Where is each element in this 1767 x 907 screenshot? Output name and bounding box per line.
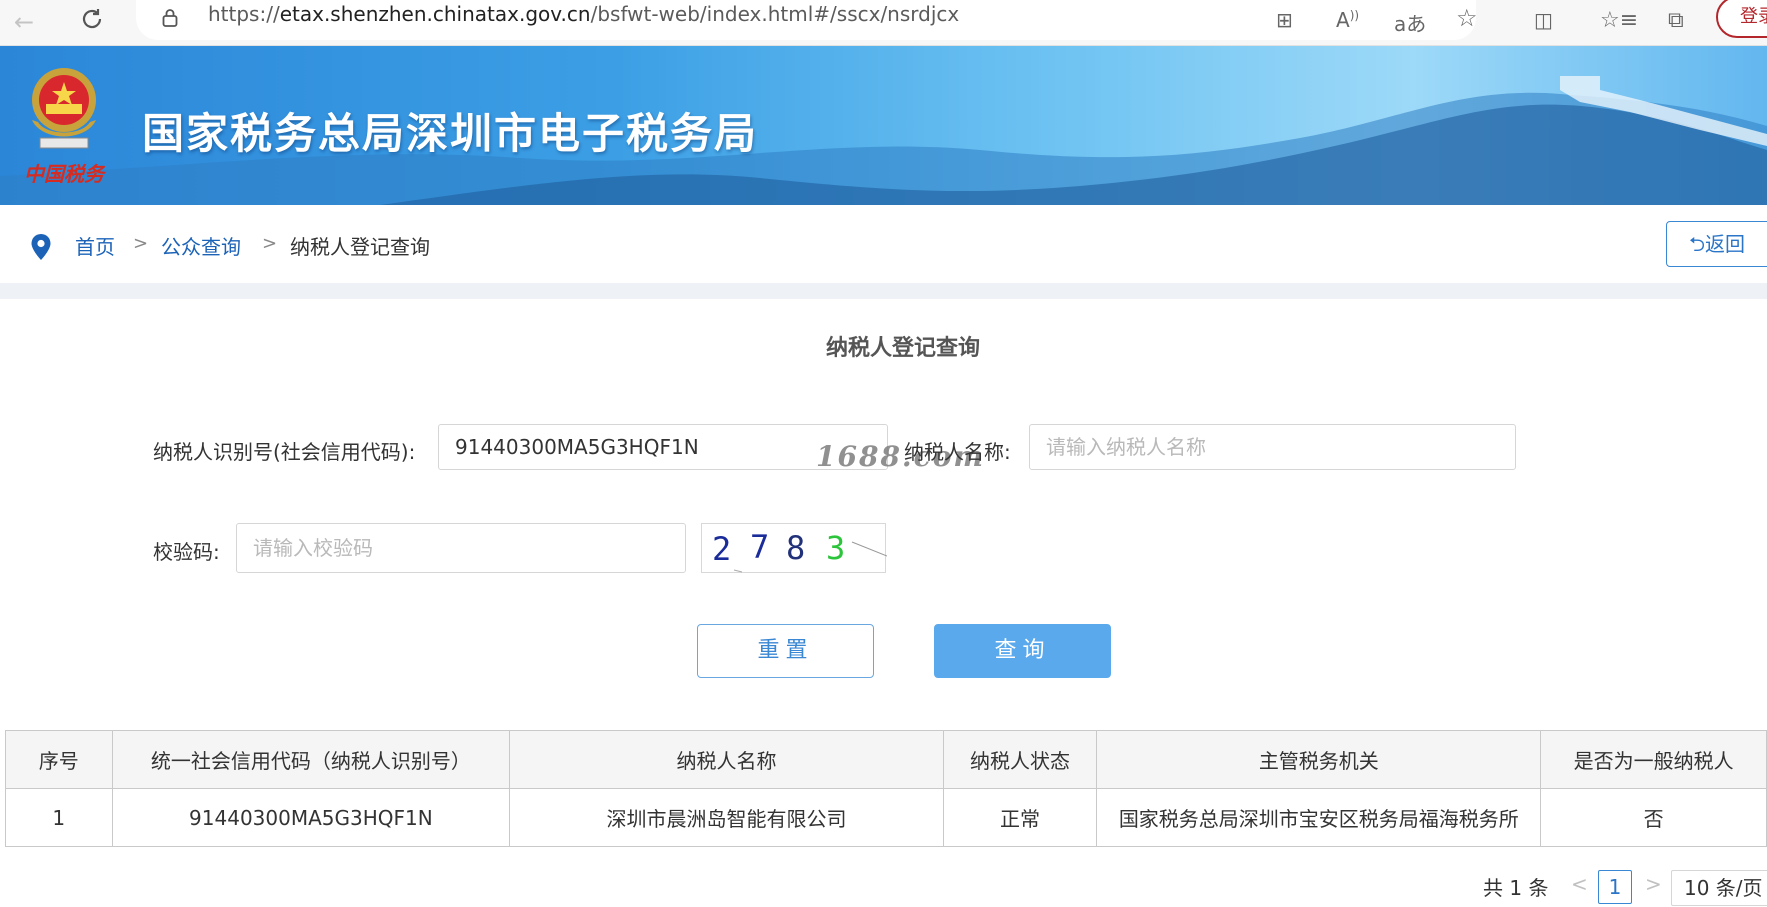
split-screen-icon[interactable]: ◫ <box>1534 8 1553 32</box>
site-title: 国家税务总局深圳市电子税务局 <box>142 109 759 158</box>
breadcrumb-separator: > <box>262 233 278 254</box>
taxpayer-name-input[interactable]: 请输入纳税人名称 <box>1029 424 1516 470</box>
captcha-label: 校验码: <box>153 540 220 564</box>
url-text: https://etax.shenzhen.chinatax.gov.cn/bs… <box>208 2 960 26</box>
captcha-input[interactable]: 请输入校验码 <box>236 523 686 573</box>
table-cell: 1 <box>5 788 113 847</box>
browser-toolbar: ← https://etax.shenzhen.chinatax.gov.cn/… <box>0 0 1767 46</box>
return-arrow-icon: ⮌ <box>1689 232 1706 256</box>
favorites-icon[interactable]: ☆≡ <box>1600 8 1638 33</box>
back-arrow-icon[interactable]: ← <box>8 6 40 38</box>
column-header: 统一社会信用代码（纳税人识别号） <box>111 730 511 789</box>
breadcrumb-public-query-link[interactable]: 公众查询 <box>161 231 241 260</box>
captcha-char: 8 <box>786 529 805 567</box>
back-button[interactable]: ⮌返回 <box>1666 221 1767 267</box>
site-banner: 中国税务 国家税务总局深圳市电子税务局 <box>0 46 1767 205</box>
captcha-image[interactable]: 2 7 8 3 <box>701 523 888 573</box>
address-bar[interactable]: https://etax.shenzhen.chinatax.gov.cn/bs… <box>136 0 1476 40</box>
column-header: 纳税人状态 <box>942 730 1098 789</box>
reset-button[interactable]: 重置 <box>697 624 874 678</box>
column-header: 主管税务机关 <box>1096 730 1542 789</box>
table-header-row: 序号 统一社会信用代码（纳税人识别号） 纳税人名称 纳税人状态 主管税务机关 是… <box>5 730 1767 789</box>
lock-icon <box>162 8 178 32</box>
captcha-char: 7 <box>750 528 769 566</box>
prev-page-icon[interactable]: < <box>1571 872 1588 896</box>
table-cell: 深圳市晨洲岛智能有限公司 <box>509 788 944 847</box>
breadcrumb-home-link[interactable]: 首页 <box>75 231 115 260</box>
breadcrumb: 首页 > 公众查询 > 纳税人登记查询 <box>0 205 1767 283</box>
refresh-icon[interactable] <box>76 6 108 38</box>
page-number-button[interactable]: 1 <box>1598 870 1632 904</box>
translate-icon[interactable]: aあ <box>1394 8 1426 37</box>
captcha-char: 3 <box>826 529 845 567</box>
table-cell: 国家税务总局深圳市宝安区税务局福海税务所 <box>1096 788 1542 847</box>
read-aloud-icon[interactable]: A)) <box>1336 8 1359 32</box>
column-header: 纳税人名称 <box>509 730 944 789</box>
pagination-total: 共 1 条 <box>1483 876 1549 900</box>
breadcrumb-separator: > <box>133 233 149 254</box>
favorite-star-icon[interactable]: ☆ <box>1456 4 1478 32</box>
next-page-icon[interactable]: > <box>1645 872 1662 896</box>
login-button[interactable]: 登录 <box>1716 0 1767 38</box>
page-size-select[interactable]: 10 条/页 <box>1671 870 1767 906</box>
location-pin-icon <box>30 233 52 265</box>
table-cell: 否 <box>1540 788 1767 847</box>
column-header: 是否为一般纳税人 <box>1540 730 1767 789</box>
query-button[interactable]: 查询 <box>934 624 1111 678</box>
page-title: 纳税人登记查询 <box>825 336 980 361</box>
table-cell: 91440300MA5G3HQF1N <box>111 788 511 847</box>
app-grid-icon[interactable]: ⊞ <box>1276 8 1293 32</box>
table-cell: 正常 <box>942 788 1098 847</box>
collections-icon[interactable]: ⧉ <box>1668 8 1684 33</box>
breadcrumb-current: 纳税人登记查询 <box>290 235 430 259</box>
taxpayer-id-label: 纳税人识别号(社会信用代码): <box>153 440 416 464</box>
section-divider <box>0 283 1767 299</box>
taxpayer-name-label: 纳税人名称: <box>904 440 1011 464</box>
column-header: 序号 <box>5 730 113 789</box>
logo-caption: 中国税务 <box>24 162 104 186</box>
table-row: 1 91440300MA5G3HQF1N 深圳市晨洲岛智能有限公司 正常 国家税… <box>5 788 1767 847</box>
captcha-char: 2 <box>712 530 731 568</box>
result-table: 序号 统一社会信用代码（纳税人识别号） 纳税人名称 纳税人状态 主管税务机关 是… <box>5 730 1767 847</box>
